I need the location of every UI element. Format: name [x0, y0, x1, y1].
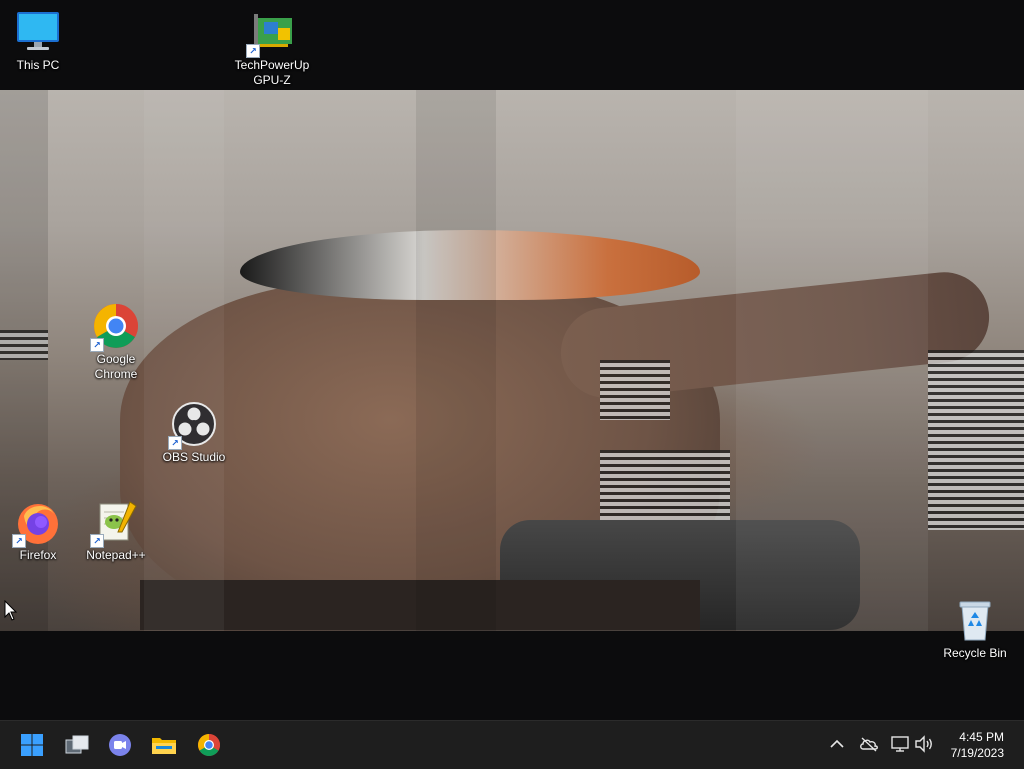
chrome-icon [198, 734, 220, 756]
notepadpp-icon: ↗ [90, 498, 140, 548]
speaker-icon [915, 735, 932, 753]
desktop-icon-label: Google Chrome [94, 352, 138, 381]
desktop-icon-label: Firefox [19, 548, 57, 562]
start-button[interactable] [16, 729, 48, 761]
task-view-button[interactable] [61, 729, 93, 761]
desktop-icon-firefox[interactable]: ↗ Firefox [0, 498, 76, 563]
task-view-icon [65, 735, 89, 754]
obs-icon: ↗ [168, 400, 218, 450]
desktop-icon-obs-studio[interactable]: ↗ OBS Studio [156, 400, 232, 465]
desktop-icon-gpuz[interactable]: ↗ TechPowerUp GPU-Z [234, 8, 310, 88]
volume-tray-button[interactable] [913, 733, 935, 755]
folder-icon [152, 738, 176, 754]
desktop-icon-recycle-bin[interactable]: Recycle Bin [937, 596, 1013, 661]
shortcut-arrow-icon: ↗ [246, 44, 260, 58]
onedrive-tray-button[interactable] [858, 733, 880, 755]
show-hidden-icons-button[interactable] [826, 733, 848, 755]
network-icon [891, 736, 909, 752]
firefox-icon: ↗ [12, 498, 62, 548]
chrome-icon: ↗ [90, 302, 140, 352]
desktop-icon-google-chrome[interactable]: ↗ Google Chrome [78, 302, 154, 382]
shortcut-arrow-icon: ↗ [12, 534, 26, 548]
desktop-icon-label: TechPowerUp GPU-Z [234, 58, 310, 87]
cloud-offline-icon [860, 737, 878, 752]
taskbar-clock[interactable]: 4:45 PM 7/19/2023 [951, 729, 1004, 761]
recycle-bin-icon [951, 596, 999, 644]
mouse-cursor-icon [4, 599, 18, 627]
shortcut-arrow-icon: ↗ [168, 436, 182, 450]
windows-logo-icon [21, 734, 43, 756]
desktop-icon-label: OBS Studio [162, 450, 226, 464]
chrome-taskbar-button[interactable] [193, 729, 225, 761]
desktop-icon-label: Notepad++ [86, 548, 146, 562]
desktop-icon-this-pc[interactable]: This PC [0, 8, 76, 73]
network-tray-button[interactable] [889, 733, 911, 755]
chat-icon [109, 734, 131, 756]
desktop-icon-label: Recycle Bin [943, 646, 1007, 660]
clock-time: 4:45 PM [959, 730, 1004, 744]
file-explorer-button[interactable] [148, 729, 180, 761]
shortcut-arrow-icon: ↗ [90, 338, 104, 352]
shortcut-arrow-icon: ↗ [90, 534, 104, 548]
desktop[interactable]: This PC ↗ TechPowerUp GPU-Z ↗ Google Chr… [0, 0, 1024, 720]
desktop-icon-notepadpp[interactable]: ↗ Notepad++ [78, 498, 154, 563]
monitor-icon [14, 8, 62, 56]
desktop-icon-label: This PC [16, 58, 60, 72]
clock-date: 7/19/2023 [950, 746, 1004, 760]
teams-chat-button[interactable] [104, 729, 136, 761]
taskbar: 4:45 PM 7/19/2023 [0, 720, 1024, 769]
gpu-card-icon: ↗ [246, 8, 296, 58]
chevron-up-icon [830, 739, 844, 748]
